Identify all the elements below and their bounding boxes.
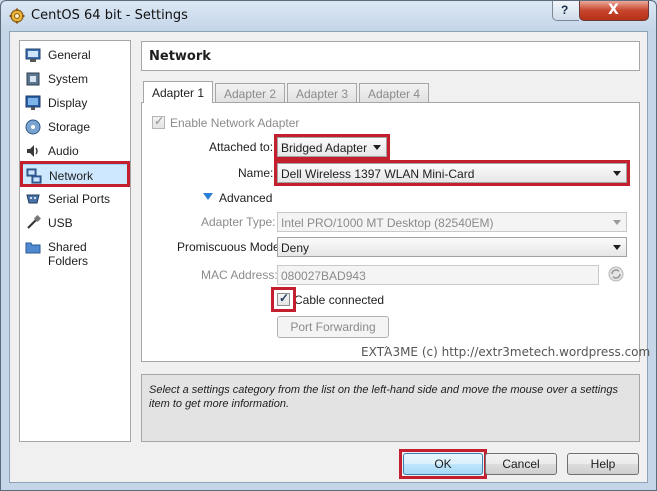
category-list: General System Display Storage Audio Net…: [19, 40, 131, 442]
adapter-type-value: Intel PRO/1000 MT Desktop (82540EM): [281, 216, 494, 230]
mac-address-value: 080027BAD943: [281, 269, 366, 283]
usb-icon: [27, 215, 41, 229]
settings-gear-icon: [9, 8, 25, 24]
mac-address-label: MAC Address:: [201, 268, 278, 282]
tab-adapter-4[interactable]: Adapter 4: [359, 83, 429, 103]
settings-window: CentOS 64 bit - Settings ? X General Sys…: [0, 0, 657, 491]
sidebar-item-label: System: [48, 72, 89, 86]
enable-adapter-label: Enable Network Adapter: [170, 116, 300, 130]
ok-button[interactable]: OK: [403, 453, 483, 475]
attached-to-select[interactable]: Bridged Adapter: [277, 137, 387, 157]
title-bar[interactable]: CentOS 64 bit - Settings ? X: [1, 1, 656, 31]
sidebar-item-general[interactable]: General: [21, 44, 129, 66]
checkmark-icon: ✓: [154, 114, 165, 128]
sidebar-item-label: Shared Folders: [48, 240, 89, 268]
sidebar-item-serial-ports[interactable]: Serial Ports: [21, 188, 129, 210]
sidebar-item-display[interactable]: Display: [21, 92, 129, 114]
name-value: Dell Wireless 1397 WLAN Mini-Card: [281, 167, 475, 181]
sidebar-item-system[interactable]: System: [21, 68, 129, 90]
page-header: Network: [141, 41, 640, 71]
storage-icon: [25, 119, 41, 135]
cable-connected-label: Cable connected: [294, 293, 385, 307]
network-highlight-box: [20, 161, 130, 187]
attached-to-label: Attached to:: [209, 140, 274, 154]
title-close-button[interactable]: X: [579, 1, 649, 21]
refresh-icon[interactable]: [608, 266, 624, 282]
audio-icon: [27, 145, 38, 157]
serial-ports-icon: [26, 194, 40, 204]
tab-label: Adapter 2: [223, 87, 277, 101]
sidebar-item-audio[interactable]: Audio: [21, 140, 129, 162]
promiscuous-mode-value: Deny: [281, 241, 310, 255]
name-label: Name:: [238, 166, 274, 180]
ok-label: OK: [434, 457, 452, 471]
dialog-body: General System Display Storage Audio Net…: [9, 31, 651, 483]
tab-label: Adapter 1: [151, 86, 205, 100]
tab-adapter-3[interactable]: Adapter 3: [287, 83, 357, 103]
name-select[interactable]: Dell Wireless 1397 WLAN Mini-Card: [277, 163, 627, 183]
tab-adapter-2[interactable]: Adapter 2: [215, 83, 285, 103]
adapter-type-label: Adapter Type:: [201, 215, 276, 229]
shared-folders-icon: [25, 242, 41, 254]
help-label: Help: [590, 457, 616, 471]
enable-adapter-checkbox[interactable]: ✓: [152, 114, 165, 129]
cancel-button[interactable]: Cancel: [485, 453, 557, 475]
help-info-box: Select a settings category from the list…: [141, 374, 640, 442]
chevron-down-icon: [613, 220, 621, 225]
promiscuous-mode-select[interactable]: Deny: [277, 237, 627, 257]
display-icon: [25, 95, 41, 110]
adapter-type-select[interactable]: Intel PRO/1000 MT Desktop (82540EM): [277, 212, 627, 232]
sidebar-item-shared-folders[interactable]: Shared Folders: [21, 236, 129, 268]
port-forwarding-button[interactable]: Port Forwarding: [277, 316, 389, 338]
sidebar-item-label: General: [48, 48, 91, 62]
title-help-button[interactable]: ?: [552, 1, 579, 21]
attached-to-value: Bridged Adapter: [281, 141, 368, 155]
sidebar-item-label: Audio: [48, 144, 79, 158]
sidebar-item-usb[interactable]: USB: [21, 212, 129, 234]
sidebar-item-label: Display: [48, 96, 88, 110]
help-info-text: Select a settings category from the list…: [149, 384, 618, 410]
chevron-down-icon: [613, 171, 621, 176]
sidebar-item-label: Storage: [48, 120, 91, 134]
system-icon: [26, 72, 40, 86]
watermark-text: ΕΧΤΆ3ΜΕ (c) http://extr3metech.wordpress…: [361, 345, 651, 359]
advanced-label: Advanced: [219, 191, 273, 205]
sidebar-item-label: USB: [48, 216, 73, 230]
cable-connected-checkbox[interactable]: ✓: [277, 291, 290, 306]
page-title: Network: [149, 49, 211, 64]
help-button[interactable]: Help: [567, 453, 639, 475]
advanced-toggle[interactable]: Advanced: [202, 189, 272, 207]
sidebar-item-label: Serial Ports: [48, 192, 111, 206]
tab-label: Adapter 4: [367, 87, 421, 101]
general-icon: [25, 48, 41, 62]
cancel-label: Cancel: [502, 457, 540, 471]
checkmark-icon: ✓: [279, 291, 290, 305]
port-forwarding-label: Port Forwarding: [290, 320, 376, 334]
tab-label: Adapter 3: [295, 87, 349, 101]
close-icon: X: [608, 2, 619, 18]
chevron-down-icon: [613, 245, 621, 250]
window-title: CentOS 64 bit - Settings: [31, 8, 188, 23]
help-question-icon: ?: [561, 3, 569, 17]
triangle-down-icon: [203, 193, 213, 200]
promiscuous-mode-label: Promiscuous Mode:: [177, 240, 284, 254]
sidebar-item-storage[interactable]: Storage: [21, 116, 129, 138]
mac-address-field[interactable]: 080027BAD943: [277, 265, 599, 285]
tab-adapter-1[interactable]: Adapter 1: [143, 81, 213, 103]
chevron-down-icon: [373, 145, 381, 150]
